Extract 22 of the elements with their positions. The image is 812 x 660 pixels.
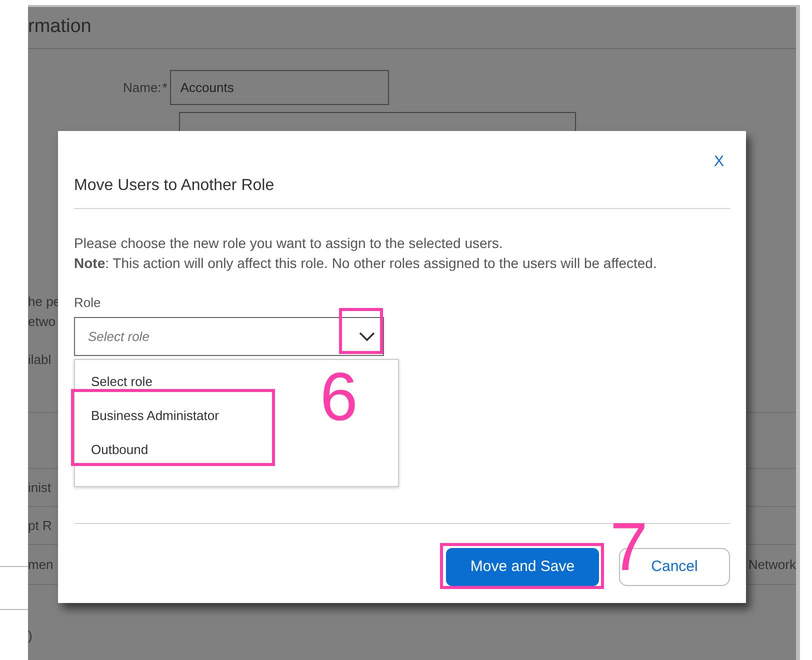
highlight-frame (339, 308, 383, 354)
dialog-message: Please choose the new role you want to assign to the selected users. (74, 234, 504, 252)
dialog-title: Move Users to Another Role (74, 176, 274, 194)
close-button[interactable]: X (714, 151, 724, 174)
field-label: Name: (123, 78, 162, 97)
chevron-icon (359, 332, 375, 342)
section-title: rmation (28, 15, 92, 40)
background-text: men (28, 556, 54, 574)
note-text: Note: This action will only affect this role. No other roles assigned to the users will be affected. (74, 254, 658, 272)
background-text: Network (748, 556, 796, 574)
background-text: etwo (28, 313, 56, 332)
background-text: inist (28, 478, 52, 497)
field-label: Role (74, 294, 102, 312)
required-mark: * (162, 78, 168, 97)
background-text: ilabl (28, 350, 52, 368)
background-text: ) (28, 626, 32, 645)
move-and-save-button[interactable]: Move and Save (446, 548, 599, 586)
dropdown-option[interactable]: Outbound (91, 440, 398, 460)
step-number: 6 (320, 362, 358, 432)
name-field[interactable]: Accounts (170, 70, 390, 105)
role-select[interactable]: Select role (74, 317, 384, 356)
background-text: pt R (28, 516, 52, 535)
